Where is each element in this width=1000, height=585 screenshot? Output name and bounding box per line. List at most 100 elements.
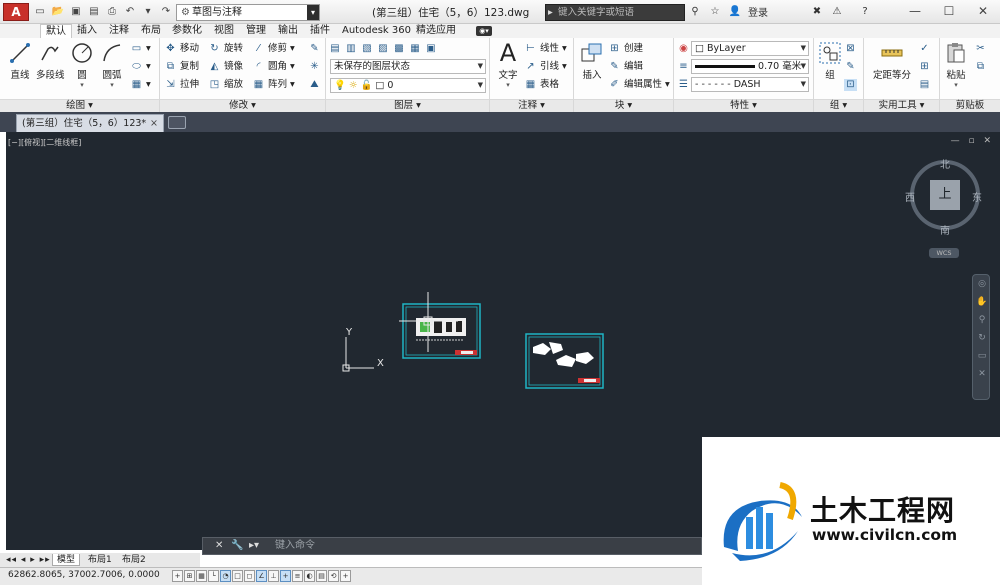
annotation-panel-title[interactable]: 注释 ▾ [490, 99, 573, 112]
leader-button[interactable]: ↗ 引线 ▾ [524, 59, 567, 74]
chevron-down-icon[interactable]: ▾ [98, 81, 126, 89]
binoculars-icon[interactable]: ⚲ [688, 5, 702, 19]
command-input[interactable]: 键入命令 [275, 538, 315, 554]
application-menu-button[interactable]: A [3, 3, 29, 21]
circle-button[interactable]: 圆 ▾ [68, 41, 96, 89]
draw-panel-title[interactable]: 绘图 ▾ [0, 99, 159, 112]
groups-panel-title[interactable]: 组 ▾ [814, 99, 863, 112]
undo-dropdown-icon[interactable]: ▾ [140, 3, 156, 20]
new-icon[interactable]: ▭ [32, 3, 48, 20]
compass-south[interactable]: 南 [940, 222, 950, 237]
exchange-icon[interactable]: ✖ [810, 5, 824, 19]
tab-manage[interactable]: 管理 [241, 24, 271, 38]
layer-select[interactable]: 💡 ☼ 🔓 □ 0 ▼ [330, 78, 486, 93]
compass-west[interactable]: 西 [905, 189, 915, 204]
osnap-icon[interactable]: □ [232, 570, 243, 582]
tab-annotate[interactable]: 注释 [104, 24, 134, 38]
maximize-icon[interactable]: ☐ [932, 0, 966, 22]
app-store-icon[interactable]: ⚠ [830, 5, 844, 19]
hatch-button[interactable]: ⬭ ▾ [130, 59, 151, 74]
ribbon-options-icon[interactable]: ◉▾ [476, 26, 492, 36]
offset-button[interactable]: ⛰ [308, 77, 324, 92]
rectangle-button[interactable]: ▭ ▾ [130, 41, 151, 56]
layers-panel-title[interactable]: 图层 ▾ [326, 99, 489, 112]
ducs-icon[interactable]: ⊥ [268, 570, 279, 582]
layer-isolate-icon[interactable]: ▨ [378, 43, 391, 55]
color-select[interactable]: □ ByLayer ▼ [691, 41, 809, 56]
quick-properties-icon[interactable]: ▤ [316, 570, 327, 582]
compass-east[interactable]: 东 [972, 189, 982, 204]
erase-button[interactable]: ✎ [308, 41, 324, 56]
group-edit-button[interactable]: ✎ [844, 59, 860, 74]
array-button[interactable]: ▦ 阵列 ▾ [252, 77, 295, 92]
utilities-panel-title[interactable]: 实用工具 ▾ [864, 99, 939, 112]
compass-north[interactable]: 北 [940, 156, 950, 171]
cut-button[interactable]: ✂ [974, 41, 990, 56]
rotate-button[interactable]: ↻ 旋转 [208, 41, 243, 56]
tab-layout2[interactable]: 布局2 [118, 554, 150, 566]
orbit-icon[interactable]: ↻ [973, 329, 991, 347]
line-button[interactable]: 直线 [6, 41, 34, 81]
new-tab-icon[interactable] [168, 116, 186, 129]
undo-icon[interactable]: ↶ [122, 3, 138, 20]
chevron-down-icon[interactable]: ▾ [942, 81, 970, 89]
help-icon[interactable]: ? [858, 5, 872, 19]
tab-default[interactable]: 默认 [40, 24, 72, 38]
lineweight-select[interactable]: 0.70 毫米 ▼ [691, 59, 809, 74]
quick-select-button[interactable]: ✓ [918, 41, 934, 56]
copy-button[interactable]: ⧉ 复制 [164, 59, 199, 74]
select-all-button[interactable]: ⊞ [918, 59, 934, 74]
annotation-monitor-icon[interactable]: + [340, 570, 351, 582]
layer-freeze-icon[interactable]: ▩ [394, 43, 407, 55]
user-icon[interactable]: 👤 [728, 5, 742, 19]
edit-block-button[interactable]: ✎ 编辑 [608, 59, 643, 74]
tab-autodesk-360[interactable]: Autodesk 360 [337, 24, 416, 38]
stretch-button[interactable]: ⇲ 拉伸 [164, 77, 199, 92]
copy-clip-button[interactable]: ⧉ [974, 59, 990, 74]
ortho-icon[interactable]: └ [208, 570, 219, 582]
file-tab[interactable]: (第三组）住宅（5，6）123* × [16, 114, 164, 132]
save-as-icon[interactable]: ▤ [86, 3, 102, 20]
group-button[interactable]: 组 [816, 41, 844, 81]
trim-button[interactable]: ⁄ 修剪 ▾ [252, 41, 295, 56]
block-panel-title[interactable]: 块 ▾ [574, 99, 673, 112]
layer-off-icon[interactable]: ▣ [426, 43, 439, 55]
chevron-down-icon[interactable]: ▾ [307, 5, 319, 20]
selection-cycling-icon[interactable]: ⟲ [328, 570, 339, 582]
open-icon[interactable]: 📂 [50, 3, 66, 20]
clipboard-panel-title[interactable]: 剪贴板 [940, 99, 1000, 112]
wcs-menu[interactable]: WCS [929, 248, 959, 258]
3d-osnap-icon[interactable]: ◻ [244, 570, 255, 582]
tab-layout[interactable]: 布局 [136, 24, 166, 38]
lineweight-toggle-icon[interactable]: ≡ [292, 570, 303, 582]
measure-button[interactable]: 定距等分 [870, 41, 914, 81]
ungroup-button[interactable]: ⊠ [844, 41, 860, 56]
command-prompt-icon[interactable]: ▸▾ [249, 538, 259, 554]
transparency-icon[interactable]: ◐ [304, 570, 315, 582]
layer-state-select[interactable]: 未保存的图层状态 ▼ [330, 59, 486, 74]
workspace-selector[interactable]: ⚙ 草图与注释 ▾ [176, 4, 320, 21]
tab-plugins[interactable]: 插件 [305, 24, 335, 38]
polyline-button[interactable]: 多段线 [36, 41, 65, 81]
tab-insert[interactable]: 插入 [72, 24, 102, 38]
signin-link[interactable]: 登录 [748, 4, 768, 19]
wrench-icon[interactable]: 🔧 [231, 538, 243, 554]
tab-parametric[interactable]: 参数化 [167, 24, 207, 38]
close-icon[interactable]: × [150, 115, 158, 132]
table-button[interactable]: ▦ 表格 [524, 77, 559, 92]
close-icon[interactable]: ✕ [215, 538, 223, 554]
chevron-down-icon[interactable]: ▾ [68, 81, 96, 89]
properties-panel-title[interactable]: 特性 ▾ [674, 99, 813, 112]
snap-icon[interactable]: ⊞ [184, 570, 195, 582]
close-icon[interactable]: ✕ [973, 365, 991, 383]
calculator-button[interactable]: ▤ [918, 77, 934, 92]
text-button[interactable]: A 文字 ▾ [494, 39, 522, 89]
chevron-down-icon[interactable]: ▾ [494, 81, 522, 89]
coordinates-readout[interactable]: 62862.8065, 37002.7006, 0.0000 [8, 570, 160, 580]
tab-layout1[interactable]: 布局1 [84, 554, 116, 566]
modify-panel-title[interactable]: 修改 ▾ [160, 99, 325, 112]
layer-properties-icon[interactable]: ▤ [330, 43, 343, 55]
edit-attribute-button[interactable]: ✐ 编辑属性 ▾ [608, 77, 670, 92]
zoom-icon[interactable]: ⚲ [973, 311, 991, 329]
layer-match-icon[interactable]: ▥ [346, 43, 359, 55]
